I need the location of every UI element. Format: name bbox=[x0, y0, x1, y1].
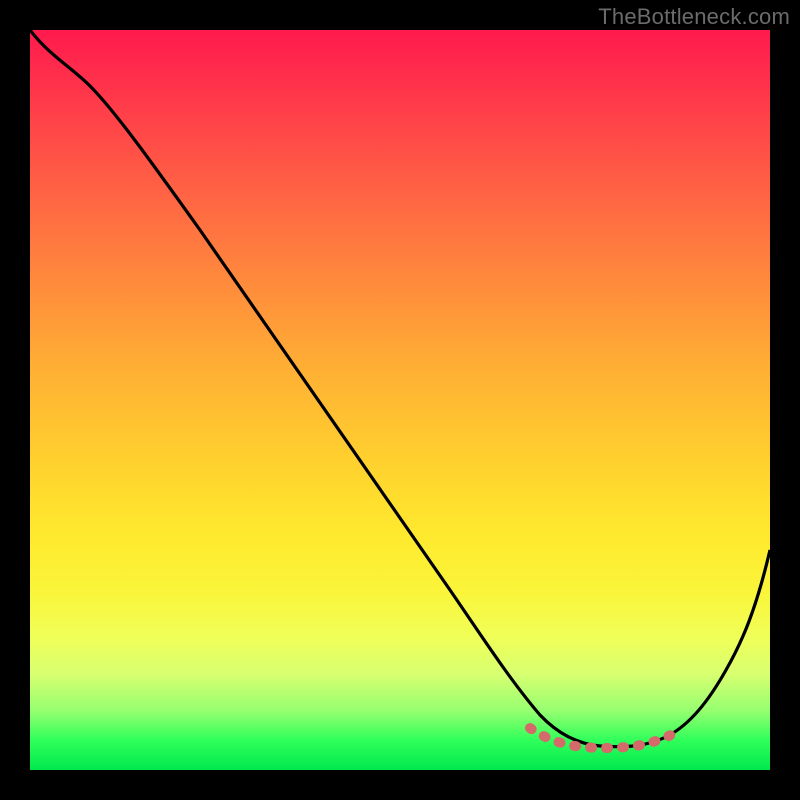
watermark-text: TheBottleneck.com bbox=[598, 4, 790, 30]
bottleneck-curve bbox=[30, 30, 770, 747]
chart-svg bbox=[30, 30, 770, 770]
optimal-zone-marker bbox=[530, 728, 680, 748]
chart-frame: TheBottleneck.com bbox=[0, 0, 800, 800]
plot-area bbox=[30, 30, 770, 770]
